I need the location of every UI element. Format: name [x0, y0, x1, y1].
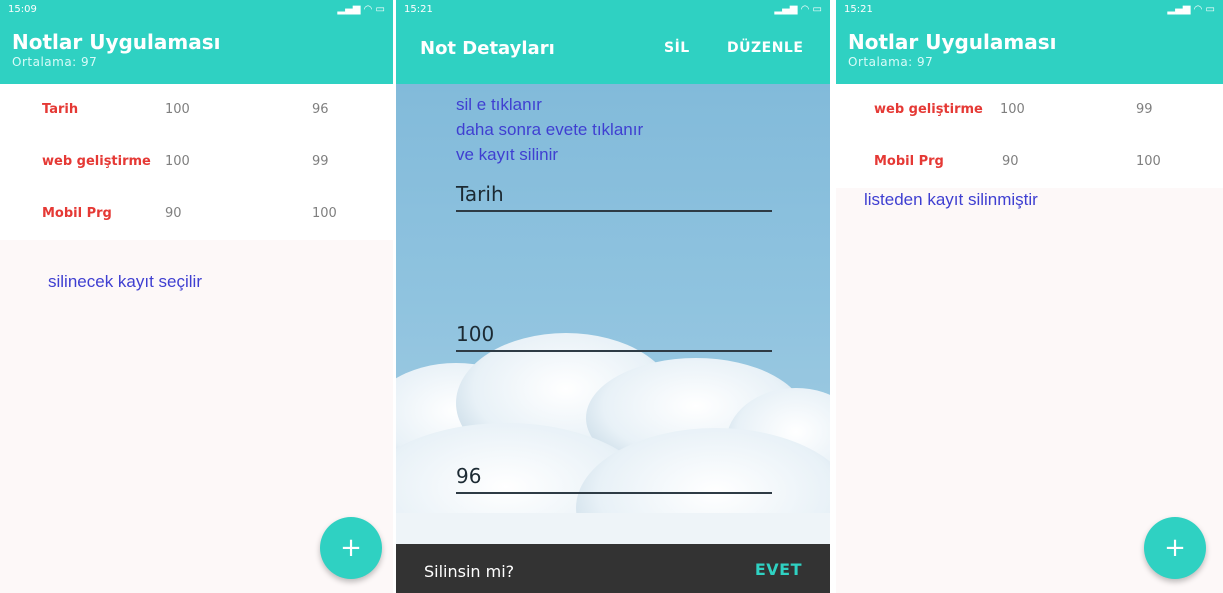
status-icons: ▂▄▆ ◠ ▭: [774, 4, 822, 15]
status-time: 15:21: [404, 4, 433, 15]
average-subtitle: Ortalama: 97: [12, 55, 98, 69]
status-time: 15:21: [844, 4, 873, 15]
screen-list-before: 15:09 ▂▄▆ ◠ ▭ Notlar Uygulaması Ortalama…: [0, 0, 393, 593]
annotation-text: listeden kayıt silinmiştir: [864, 190, 1038, 209]
snackbar-message: Silinsin mi?: [424, 562, 515, 581]
plus-icon: +: [1164, 533, 1186, 563]
page-title: Not Detayları: [420, 38, 555, 59]
note-value-2-field[interactable]: 96: [456, 464, 772, 494]
note-value-1: 90: [1002, 154, 1019, 169]
app-bar: 15:09 ▂▄▆ ◠ ▭ Notlar Uygulaması Ortalama…: [0, 0, 393, 84]
note-value-1: 90: [165, 206, 182, 221]
edit-button[interactable]: DÜZENLE: [727, 40, 803, 56]
note-name: Mobil Prg: [42, 206, 112, 221]
status-time: 15:09: [8, 4, 37, 15]
average-subtitle: Ortalama: 97: [848, 55, 934, 69]
list-item[interactable]: Tarih 100 96: [0, 84, 393, 136]
list-item[interactable]: web geliştirme 100 99: [0, 136, 393, 188]
annotation-line: daha sonra evete tıklanır: [456, 120, 644, 139]
list-item[interactable]: Mobil Prg 90 100: [836, 136, 1223, 188]
note-value-2: 100: [1136, 154, 1161, 169]
app-title: Notlar Uygulaması: [12, 30, 221, 54]
notes-list: Tarih 100 96 web geliştirme 100 99 Mobil…: [0, 84, 393, 240]
note-value-2: 96: [312, 102, 329, 117]
app-bar: 15:21 ▂▄▆ ◠ ▭ Notlar Uygulaması Ortalama…: [836, 0, 1223, 84]
confirm-delete-button[interactable]: EVET: [755, 560, 802, 579]
add-note-button[interactable]: +: [1144, 517, 1206, 579]
status-bar: 15:09 ▂▄▆ ◠ ▭: [0, 0, 393, 22]
add-note-button[interactable]: +: [320, 517, 382, 579]
note-value-1-field[interactable]: 100: [456, 322, 772, 352]
notes-list: web geliştirme 100 99 Mobil Prg 90 100: [836, 84, 1223, 188]
status-icons: ▂▄▆ ◠ ▭: [337, 4, 385, 15]
note-name: web geliştirme: [42, 154, 151, 169]
note-value-2: 99: [312, 154, 329, 169]
annotation-line: ve kayıt silinir: [456, 145, 559, 164]
confirm-snackbar: Silinsin mi? EVET: [396, 544, 830, 593]
status-icons: ▂▄▆ ◠ ▭: [1167, 4, 1215, 15]
detail-app-bar: 15:21 ▂▄▆ ◠ ▭ Not Detayları SİL DÜZENLE: [396, 0, 830, 84]
status-bar: 15:21 ▂▄▆ ◠ ▭: [836, 0, 1223, 22]
annotation-text: silinecek kayıt seçilir: [48, 272, 202, 291]
note-name: Mobil Prg: [874, 154, 944, 169]
note-name: web geliştirme: [874, 102, 983, 117]
note-value-1: 100: [165, 102, 190, 117]
annotation-text: sil e tıklanır daha sonra evete tıklanır…: [456, 92, 643, 167]
status-bar: 15:21 ▂▄▆ ◠ ▭: [396, 0, 830, 22]
list-item[interactable]: Mobil Prg 90 100: [0, 188, 393, 240]
note-value-1: 100: [165, 154, 190, 169]
screen-note-detail: 15:21 ▂▄▆ ◠ ▭ Not Detayları SİL DÜZENLE …: [396, 0, 830, 593]
note-name-field[interactable]: Tarih: [456, 182, 772, 212]
app-title: Notlar Uygulaması: [848, 30, 1057, 54]
list-item[interactable]: web geliştirme 100 99: [836, 84, 1223, 136]
note-value-2: 99: [1136, 102, 1153, 117]
annotation-line: sil e tıklanır: [456, 95, 542, 114]
plus-icon: +: [340, 533, 362, 563]
delete-button[interactable]: SİL: [664, 40, 690, 56]
screen-list-after: 15:21 ▂▄▆ ◠ ▭ Notlar Uygulaması Ortalama…: [836, 0, 1223, 593]
note-value-2: 100: [312, 206, 337, 221]
note-name: Tarih: [42, 102, 79, 117]
note-value-1: 100: [1000, 102, 1025, 117]
